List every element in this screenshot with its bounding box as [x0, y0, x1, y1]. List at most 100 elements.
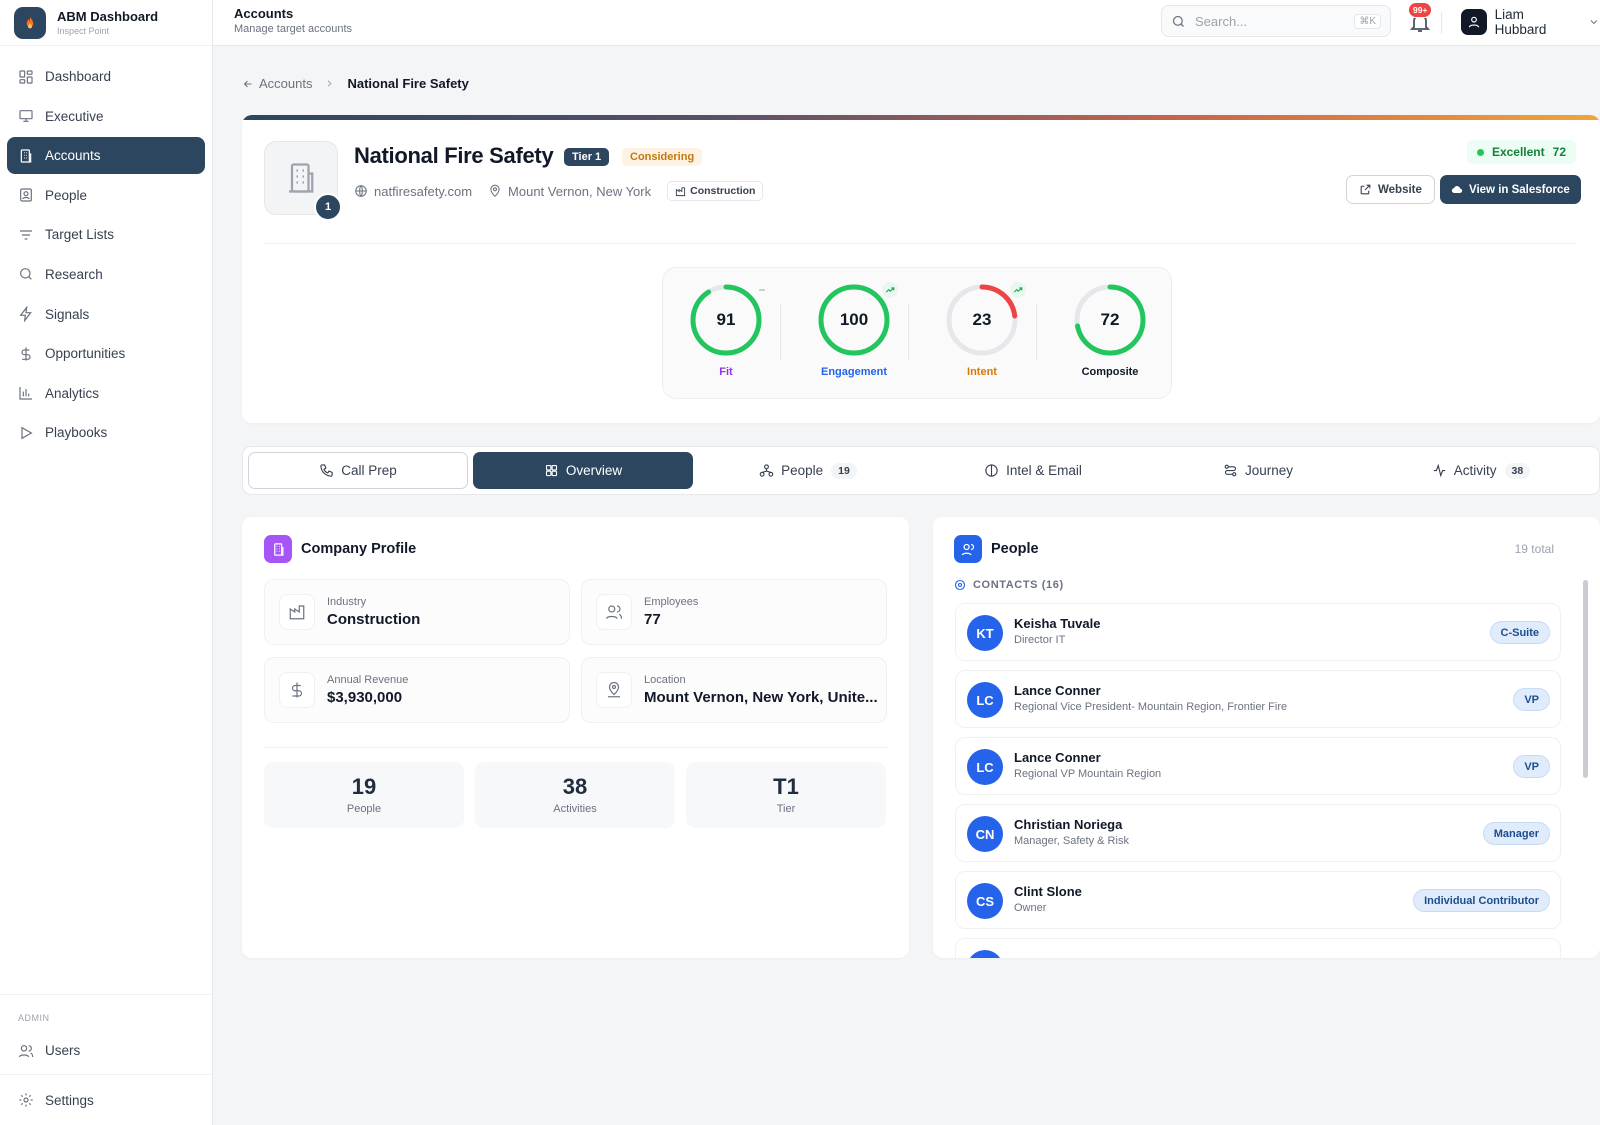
nav-item-users[interactable]: Users	[7, 1032, 205, 1069]
tab-label: Activity	[1453, 463, 1497, 478]
notification-badge: 99+	[1408, 2, 1433, 18]
nav-item-research[interactable]: Research	[7, 256, 205, 293]
tab-call-prep[interactable]: Call Prep	[248, 452, 468, 489]
fact-annual-revenue: Annual Revenue $3,930,000	[264, 657, 570, 723]
status-badge: Considering	[622, 148, 703, 166]
dollar-icon	[279, 672, 315, 708]
nav-label: Users	[45, 1043, 81, 1058]
page-subtitle: Manage target accounts	[234, 23, 353, 35]
fit-score-label: Fit	[719, 366, 733, 378]
fact-label: Employees	[644, 596, 699, 608]
tab-overview[interactable]: Overview	[473, 452, 693, 489]
nav-label: Opportunities	[45, 346, 126, 362]
contact-name: Keisha Tuvale	[1014, 616, 1101, 631]
avatar: KT	[967, 615, 1003, 651]
divider	[264, 243, 1576, 244]
list-item[interactable]: LC Lance Conner Regional Vice President-…	[955, 670, 1561, 728]
target-icon	[954, 579, 966, 591]
contact-title: Regional Vice President- Mountain Region…	[1014, 701, 1288, 713]
salesforce-button-label: View in Salesforce	[1469, 183, 1570, 196]
nav-item-accounts[interactable]: Accounts	[7, 137, 205, 175]
filter-icon	[20, 230, 32, 240]
rating-label: Excellent	[1491, 145, 1545, 159]
stat-value: 19	[351, 774, 377, 799]
list-item[interactable]: CS Clint Slone Owner Individual Contribu…	[955, 871, 1561, 929]
tab-people[interactable]: People 19	[698, 452, 918, 489]
account-header-card: 1 National Fire Safety Tier 1 Considerin…	[242, 115, 1600, 423]
breadcrumb-parent[interactable]: Accounts	[259, 76, 312, 91]
nav-item-executive[interactable]: Executive	[7, 98, 205, 135]
fact-industry: Industry Construction	[264, 579, 570, 645]
page-title: Accounts	[234, 6, 294, 21]
nav-item-analytics[interactable]: Analytics	[7, 375, 205, 412]
contact-icon	[20, 188, 32, 202]
building-icon	[264, 535, 292, 563]
main-nav: Dashboard Executive Accounts People Targ…	[0, 46, 212, 466]
rating-badge: Excellent 72	[1466, 140, 1576, 164]
arrow-left-icon[interactable]	[242, 78, 254, 90]
nav-item-people[interactable]: People	[7, 177, 205, 214]
user-menu[interactable]: Liam Hubbard	[1461, 7, 1600, 37]
nav-label: Settings	[45, 1092, 94, 1108]
fact-location: Location Mount Vernon, New York, Unite...	[581, 657, 887, 723]
contact-title: Owner	[1014, 902, 1047, 914]
building-icon	[20, 149, 32, 163]
contact-name: Christian Noriega	[1014, 817, 1123, 832]
website-text: natfiresafety.com	[374, 183, 473, 199]
avatar: LC	[967, 749, 1003, 785]
location: Mount Vernon, New York	[488, 184, 651, 199]
admin-section: ADMIN Users	[0, 994, 212, 1084]
list-item-partial[interactable]	[955, 938, 1561, 958]
nav-item-playbooks[interactable]: Playbooks	[7, 414, 205, 451]
scrollbar[interactable]	[1583, 580, 1588, 778]
tab-count: 19	[831, 462, 857, 479]
list-item[interactable]: LC Lance Conner Regional VP Mountain Reg…	[955, 737, 1561, 795]
trending-up-icon	[1010, 282, 1026, 298]
location-text: Mount Vernon, New York	[508, 183, 652, 199]
tab-intel-email[interactable]: Intel & Email	[923, 452, 1143, 489]
search-input[interactable]: Search... ⌘K	[1161, 5, 1391, 37]
seniority-badge: C-Suite	[1489, 621, 1550, 644]
factory-icon	[676, 186, 686, 196]
score-panel: 91 Fit 100 Engagement 23 Intent 72 Compo…	[662, 267, 1172, 399]
nav-item-signals[interactable]: Signals	[7, 296, 205, 333]
search-shortcut: ⌘K	[1354, 13, 1381, 29]
fact-value: Mount Vernon, New York, Unite...	[644, 689, 878, 706]
website-link[interactable]: natfiresafety.com	[354, 184, 472, 199]
fit-score: 91 Fit	[676, 282, 776, 378]
search-icon	[20, 268, 32, 281]
fact-employees: Employees 77	[581, 579, 887, 645]
people-card: People 19 total CONTACTS (16) KT Keisha …	[933, 517, 1600, 958]
zap-icon	[19, 306, 32, 323]
view-in-salesforce-button[interactable]: View in Salesforce	[1440, 175, 1581, 204]
card-header: People	[954, 535, 1039, 563]
nav-label: People	[45, 187, 88, 203]
grid-icon	[545, 464, 557, 477]
breadcrumb-current: National Fire Safety	[347, 76, 469, 91]
account-tabs: Call Prep Overview People 19 Intel & Ema…	[242, 446, 1600, 495]
card-title: People	[991, 541, 1039, 557]
topbar: Accounts Manage target accounts Search..…	[213, 0, 1600, 46]
map-pin-icon	[490, 184, 500, 197]
brand[interactable]: ABM Dashboard Inspect Point	[0, 0, 212, 46]
contact-title: Director IT	[1014, 634, 1066, 646]
list-item[interactable]: KT Keisha Tuvale Director IT C-Suite	[955, 603, 1561, 661]
users-icon	[596, 594, 632, 630]
breadcrumb: Accounts National Fire Safety	[242, 76, 469, 91]
composite-score: 72 Composite	[1060, 282, 1160, 378]
play-icon	[21, 426, 33, 440]
stat-tier: T1 Tier	[686, 762, 886, 828]
card-title: Company Profile	[301, 541, 417, 557]
tab-journey[interactable]: Journey	[1148, 452, 1368, 489]
tab-activity[interactable]: Activity 38	[1371, 452, 1591, 489]
nav-item-opportunities[interactable]: Opportunities	[7, 335, 205, 372]
nav-item-settings[interactable]: Settings	[7, 1088, 205, 1112]
nav-item-target-lists[interactable]: Target Lists	[7, 216, 205, 253]
seniority-badge: Manager	[1482, 822, 1550, 845]
website-button[interactable]: Website	[1346, 175, 1435, 204]
nav-item-dashboard[interactable]: Dashboard	[7, 58, 205, 95]
search-placeholder: Search...	[1195, 13, 1248, 29]
list-item[interactable]: CN Christian Noriega Manager, Safety & R…	[955, 804, 1561, 862]
brand-subtitle: Inspect Point	[57, 26, 110, 36]
nav-label: Signals	[45, 306, 90, 322]
